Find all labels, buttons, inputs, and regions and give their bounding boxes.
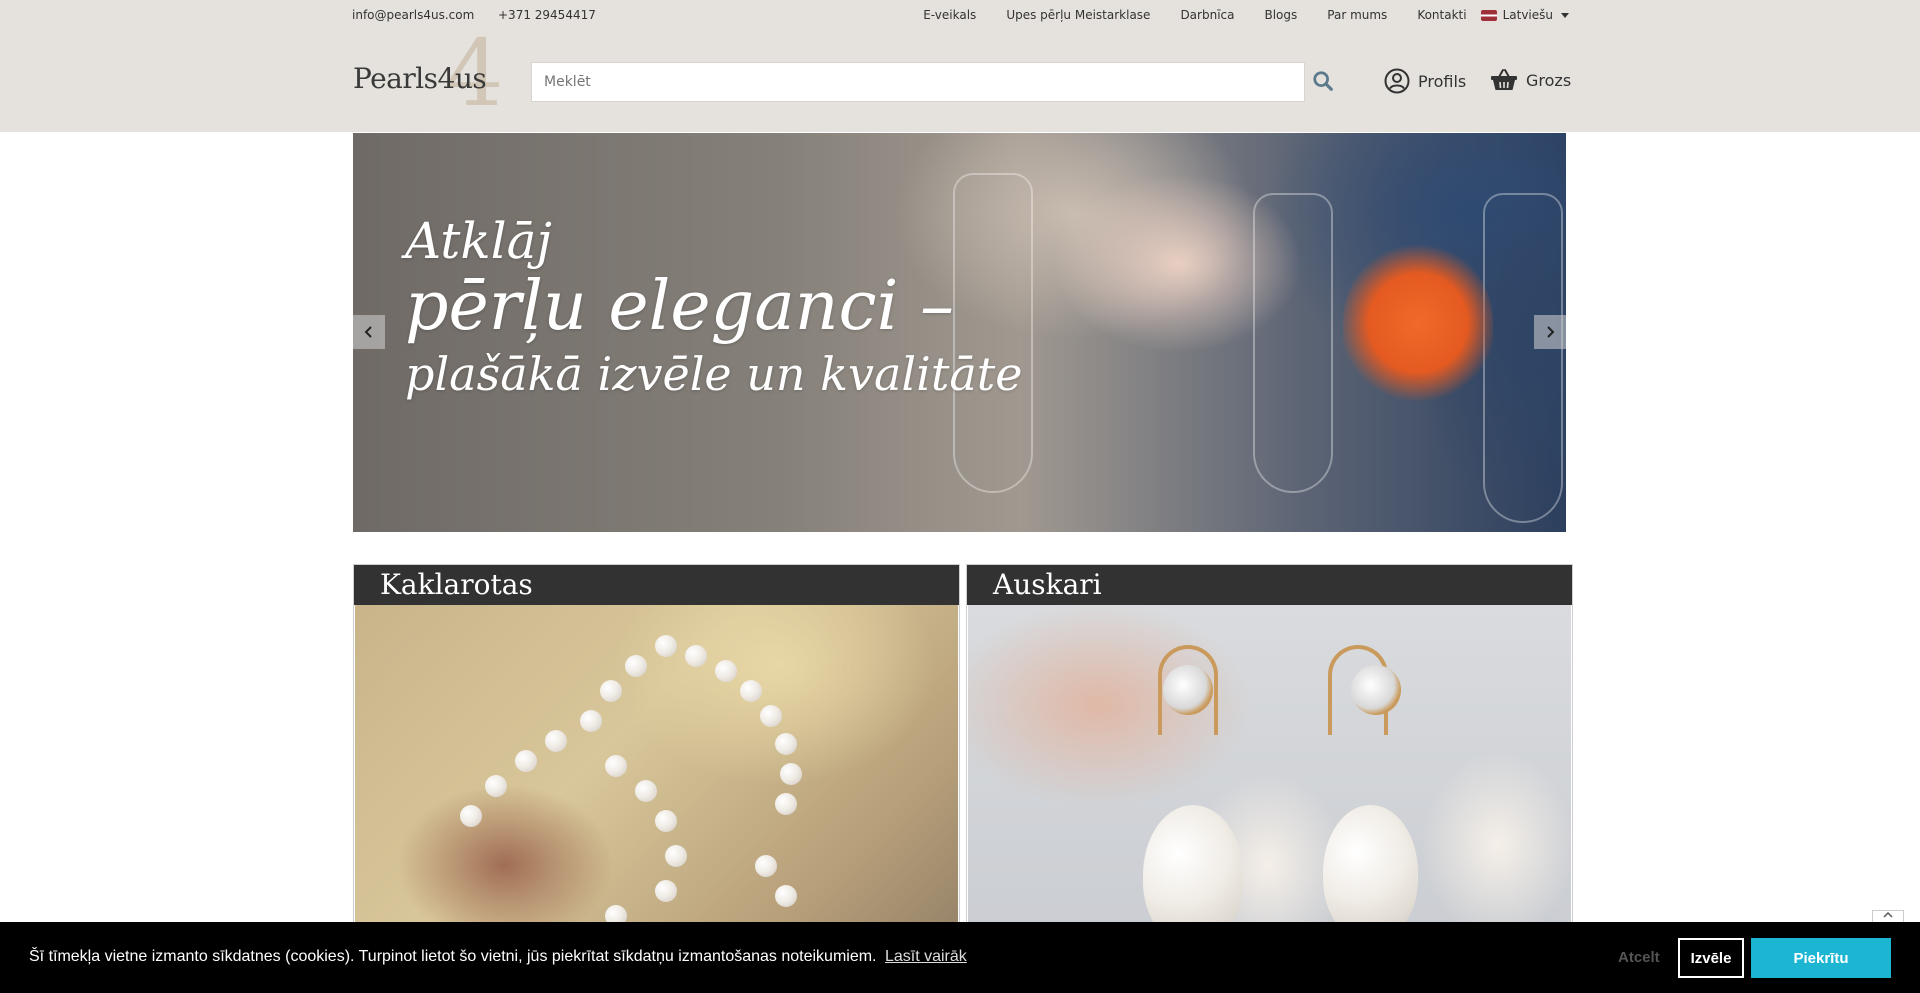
pearl-decoration xyxy=(775,885,797,907)
profile-label: Profils xyxy=(1418,71,1467,91)
earring-stone-decoration xyxy=(1351,665,1401,715)
carousel-next-button[interactable] xyxy=(1534,315,1566,349)
nav-item-e-veikals[interactable]: E-veikals xyxy=(923,8,976,22)
hero-line-1: Atklāj xyxy=(405,212,552,270)
cookie-message: Šī tīmekļa vietne izmanto sīkdatnes (coo… xyxy=(29,948,967,966)
nav-item-meistarklase[interactable]: Upes pērļu Meistarklase xyxy=(1006,8,1150,22)
pearl-decoration xyxy=(600,680,622,702)
nav-item-darbnica[interactable]: Darbnīca xyxy=(1180,8,1234,22)
language-label: Latviešu xyxy=(1502,8,1553,22)
latvian-flag-icon xyxy=(1480,9,1497,21)
pearl-decoration xyxy=(655,880,677,902)
pearl-decoration xyxy=(545,730,567,752)
pearl-decoration xyxy=(485,775,507,797)
basket-icon xyxy=(1491,69,1517,90)
contact-phone-link[interactable]: +371 29454417 xyxy=(498,8,596,22)
user-circle-icon xyxy=(1384,68,1410,94)
pearl-decoration xyxy=(775,793,797,815)
pearl-decoration xyxy=(740,680,762,702)
pearl-decoration xyxy=(665,845,687,867)
search-button[interactable] xyxy=(1312,70,1336,94)
cart-link[interactable]: Grozs xyxy=(1490,68,1571,92)
earring-stone-decoration xyxy=(1163,665,1213,715)
profile-link[interactable]: Profils xyxy=(1384,68,1466,94)
pearl-decoration xyxy=(635,780,657,802)
pearl-decoration xyxy=(775,733,797,755)
pearl-decoration xyxy=(625,655,647,677)
category-title: Kaklarotas xyxy=(354,565,959,605)
pearl-decoration xyxy=(760,705,782,727)
language-selector[interactable]: Latviešu xyxy=(1480,8,1569,22)
hero-banner[interactable]: Atklāj pērļu eleganci – plašākā izvēle u… xyxy=(353,133,1566,532)
pearl-decoration xyxy=(715,660,737,682)
hero-line-3: plašākā izvēle un kvalitāte xyxy=(405,347,1023,401)
nav-item-kontakti[interactable]: Kontakti xyxy=(1417,8,1466,22)
pearl-decoration xyxy=(605,755,627,777)
cookie-consent-bar: Šī tīmekļa vietne izmanto sīkdatnes (coo… xyxy=(0,922,1920,993)
hero-line-2: pērļu eleganci – xyxy=(405,267,954,346)
search-box xyxy=(531,62,1305,102)
chevron-down-icon xyxy=(1561,12,1569,18)
top-bar: info@pearls4us.com +371 29454417 E-veika… xyxy=(352,0,1569,30)
cart-label: Grozs xyxy=(1526,70,1572,90)
chevron-right-icon xyxy=(1547,326,1555,338)
category-title: Auskari xyxy=(967,565,1572,605)
carousel-prev-button[interactable] xyxy=(353,315,385,349)
search-input[interactable] xyxy=(532,63,1304,101)
nav-item-par-mums[interactable]: Par mums xyxy=(1327,8,1387,22)
search-icon xyxy=(1313,71,1333,91)
pearl-decoration xyxy=(460,805,482,827)
pearl-decoration xyxy=(755,855,777,877)
hero-headline: Atklāj pērļu eleganci – plašākā izvēle u… xyxy=(405,211,1022,405)
cookie-learn-more-link[interactable]: Lasīt vairāk xyxy=(885,948,967,965)
pearl-decoration xyxy=(515,750,537,772)
nav-item-blogs[interactable]: Blogs xyxy=(1264,8,1297,22)
pearl-decoration xyxy=(655,810,677,832)
pearl-decoration xyxy=(780,763,802,785)
hero-photo-glass xyxy=(1253,193,1333,493)
cookie-choose-button[interactable]: Izvēle xyxy=(1678,938,1744,978)
top-navigation: E-veikals Upes pērļu Meistarklase Darbnī… xyxy=(923,8,1569,22)
cookie-accept-button[interactable]: Piekrītu xyxy=(1751,938,1891,978)
cookie-message-text: Šī tīmekļa vietne izmanto sīkdatnes (coo… xyxy=(29,948,877,965)
site-header: info@pearls4us.com +371 29454417 E-veika… xyxy=(0,0,1920,132)
earring-pearl-decoration xyxy=(1323,805,1418,940)
chevron-left-icon xyxy=(364,326,372,338)
hero-photo-glass xyxy=(1483,193,1563,523)
hero-photo-flower xyxy=(1343,243,1493,403)
logo-text: Pearls4us xyxy=(353,62,487,95)
site-logo[interactable]: 4 Pearls4us xyxy=(353,28,504,122)
cookie-deny-button[interactable]: Atcelt xyxy=(1618,949,1660,966)
chevron-up-icon xyxy=(1883,911,1893,918)
pearl-decoration xyxy=(655,635,677,657)
pearl-decoration xyxy=(580,710,602,732)
pearl-decoration xyxy=(685,645,707,667)
